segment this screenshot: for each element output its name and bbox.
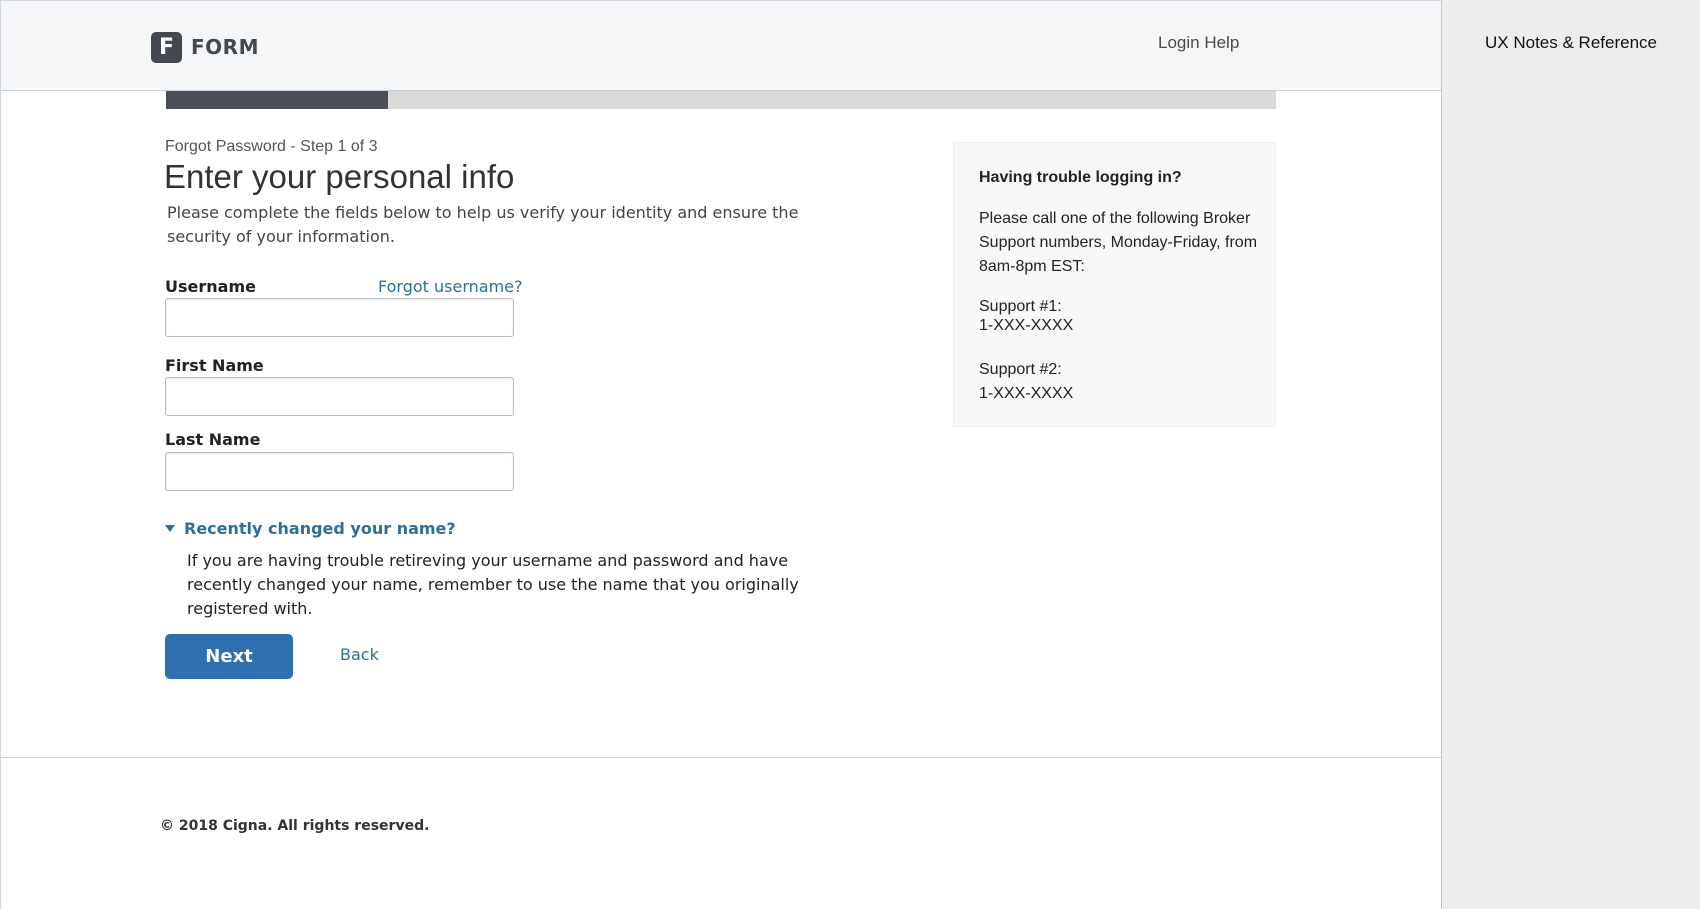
disclosure-text: If you are having trouble retireving you…	[187, 551, 799, 618]
ux-notes-title: UX Notes & Reference	[1485, 33, 1657, 52]
footer: © 2018 Cigna. All rights reserved.	[1, 757, 1442, 909]
next-button[interactable]: Next	[165, 634, 293, 679]
username-label: Username	[165, 277, 256, 296]
last-name-label: Last Name	[165, 430, 261, 449]
support-1-number: 1-XXX-XXXX	[979, 317, 1074, 334]
support-2-number: 1-XXX-XXXX	[979, 385, 1074, 402]
page-title: Enter your personal info	[164, 158, 515, 195]
help-box: Having trouble logging in? Please call o…	[953, 142, 1276, 427]
progress-bar	[166, 91, 1276, 109]
step-label: Forgot Password - Step 1 of 3	[165, 138, 378, 155]
back-link[interactable]: Back	[340, 645, 379, 664]
logo-text: FORM	[191, 35, 259, 59]
login-help-link[interactable]: Login Help	[1158, 33, 1239, 53]
last-name-input[interactable]	[165, 452, 514, 491]
progress-fill	[166, 91, 388, 109]
username-input[interactable]	[165, 298, 514, 337]
forgot-username-link[interactable]: Forgot username?	[378, 277, 523, 296]
header: F FORM Login Help	[1, 0, 1442, 91]
logo-icon: F	[151, 32, 182, 63]
ux-notes-panel: UX Notes & Reference	[1441, 0, 1700, 909]
first-name-input[interactable]	[165, 377, 514, 416]
copyright-text: © 2018 Cigna. All rights reserved.	[160, 818, 430, 834]
support-2-label: Support #2:	[979, 361, 1062, 378]
help-title: Having trouble logging in?	[979, 169, 1182, 186]
main-panel: F FORM Login Help Forgot Password - Step…	[0, 0, 1442, 909]
disclosure-label: Recently changed your name?	[184, 519, 456, 538]
name-change-disclosure[interactable]: Recently changed your name?	[165, 519, 456, 538]
help-text: Please call one of the following Broker …	[979, 210, 1258, 275]
first-name-label: First Name	[165, 356, 264, 375]
support-1-label: Support #1:	[979, 298, 1062, 315]
intro-text: Please complete the fields below to help…	[167, 203, 799, 246]
caret-down-icon	[165, 525, 175, 532]
